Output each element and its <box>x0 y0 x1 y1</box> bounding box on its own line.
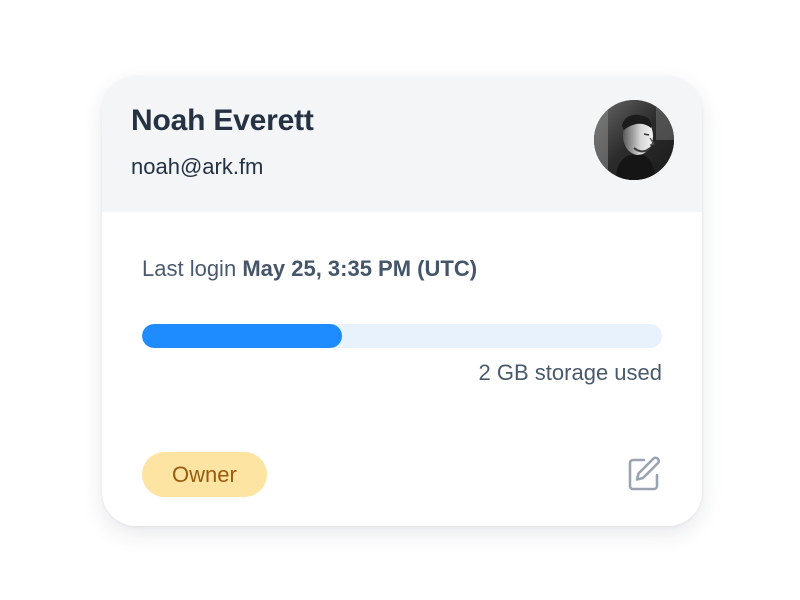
storage-progress-fill <box>142 324 343 348</box>
last-login-label: Last login <box>142 256 237 281</box>
avatar-photo <box>594 100 674 180</box>
role-badge: Owner <box>142 452 267 497</box>
storage-caption: 2 GB storage used <box>478 360 662 385</box>
edit-icon <box>628 456 660 491</box>
card-header: Noah Everett noah@ark.fm <box>102 76 702 212</box>
user-name: Noah Everett <box>131 104 314 137</box>
user-card: Noah Everett noah@ark.fm Last login May … <box>102 76 702 526</box>
user-email: noah@ark.fm <box>131 154 264 179</box>
last-login-value: May 25, 3:35 PM (UTC) <box>242 256 478 281</box>
last-login: Last login May 25, 3:35 PM (UTC) <box>142 256 477 282</box>
storage-progress-bar <box>142 324 662 348</box>
avatar <box>594 100 674 180</box>
edit-button[interactable] <box>620 450 668 498</box>
